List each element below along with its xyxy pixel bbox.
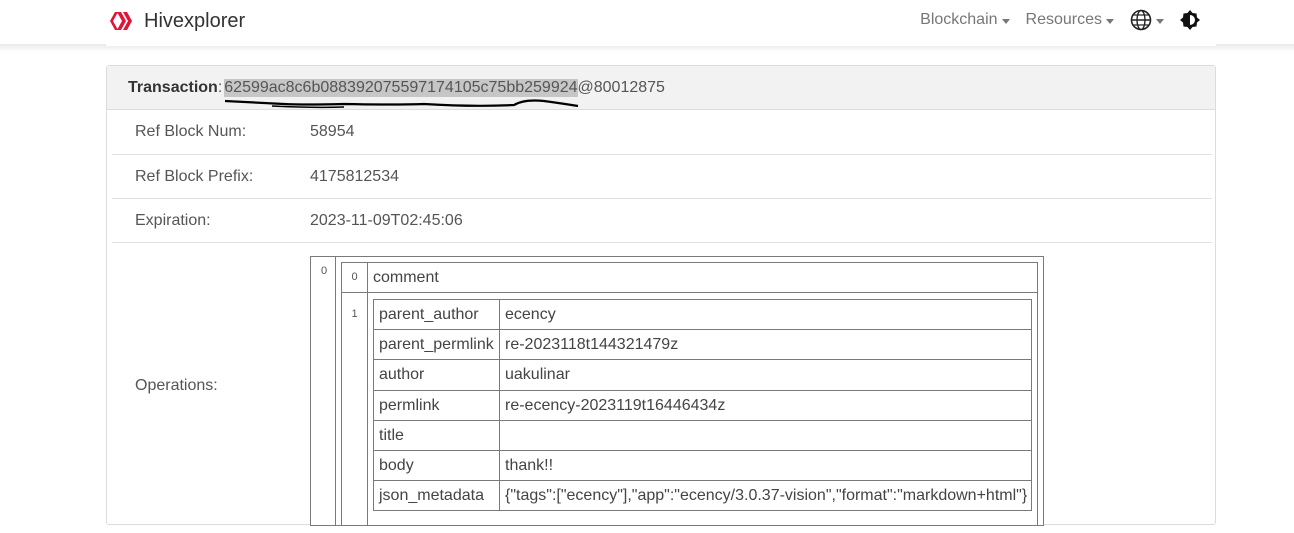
field-value: re-ecency-2023119t16446434z bbox=[505, 396, 726, 414]
nav-items: Blockchain Resources bbox=[904, 4, 1206, 36]
transaction-hash[interactable]: 62599ac8c6b088392075597174105c75bb259924 bbox=[224, 78, 579, 108]
nav-blockchain-dropdown[interactable]: Blockchain bbox=[920, 11, 1010, 29]
expiration-label: Expiration: bbox=[135, 211, 211, 229]
contrast-icon bbox=[1180, 10, 1200, 30]
hive-logo-icon bbox=[110, 12, 132, 30]
ref-block-num-label: Ref Block Num: bbox=[135, 123, 247, 140]
theme-toggle-button[interactable] bbox=[1174, 4, 1206, 36]
operations-label: Operations: bbox=[135, 377, 218, 394]
field-value: re-2023118t144321479z bbox=[505, 336, 679, 354]
inner-index-1: 1 bbox=[351, 308, 358, 320]
row-ref-block-prefix: Ref Block Prefix: 4175812534 bbox=[112, 155, 1212, 199]
row-ref-block-num: Ref Block Num: 58954 bbox=[112, 110, 1212, 155]
field-key: permlink bbox=[379, 396, 440, 414]
table-row: permlink re-ecency-2023119t16446434z bbox=[374, 390, 1031, 421]
operation-entry: 0 1 comment parent_author ecency parent_… bbox=[341, 262, 1038, 526]
field-key: title bbox=[379, 426, 404, 444]
table-row: body thank!! bbox=[374, 450, 1031, 482]
caret-down-icon bbox=[1156, 18, 1164, 24]
operation-type: comment bbox=[373, 269, 439, 286]
column-divider bbox=[499, 481, 500, 511]
field-key: json_metadata bbox=[379, 487, 484, 505]
expiration-value: 2023-11-09T02:45:06 bbox=[310, 211, 463, 229]
caret-down-icon bbox=[1106, 18, 1114, 24]
transaction-suffix: @80012875 bbox=[577, 78, 665, 96]
row-expiration: Expiration: 2023-11-09T02:45:06 bbox=[112, 199, 1212, 243]
column-divider bbox=[499, 300, 500, 330]
field-value: uakulinar bbox=[505, 366, 570, 384]
operation-type-row: comment bbox=[342, 263, 1037, 293]
column-divider bbox=[499, 420, 500, 450]
transaction-label: Transaction bbox=[128, 78, 218, 96]
ref-block-num-value: 58954 bbox=[310, 123, 355, 140]
language-dropdown[interactable] bbox=[1130, 9, 1164, 31]
brand-link[interactable]: Hivexplorer bbox=[110, 6, 245, 36]
field-value: ecency bbox=[505, 306, 556, 323]
brand-name: Hivexplorer bbox=[144, 9, 246, 32]
column-divider bbox=[499, 360, 500, 390]
outer-index-divider bbox=[335, 257, 336, 525]
field-key: body bbox=[379, 456, 414, 474]
ref-block-prefix-value: 4175812534 bbox=[310, 167, 399, 185]
inner-index-divider bbox=[367, 263, 368, 526]
column-divider bbox=[499, 450, 500, 481]
table-row: parent_author ecency bbox=[374, 300, 1031, 331]
globe-icon bbox=[1130, 9, 1152, 31]
table-row: title bbox=[374, 420, 1031, 451]
field-value: thank!! bbox=[505, 456, 554, 474]
field-value: {"tags":["ecency"],"app":"ecency/3.0.37-… bbox=[505, 487, 1028, 505]
nav-resources-dropdown[interactable]: Resources bbox=[1026, 11, 1114, 29]
table-row: author uakulinar bbox=[374, 360, 1031, 391]
nav-resources-label: Resources bbox=[1025, 11, 1102, 28]
field-key: parent_author bbox=[379, 306, 479, 323]
table-row: json_metadata {"tags":["ecency"],"app":"… bbox=[374, 481, 1031, 512]
operation-fields-table: parent_author ecency parent_permlink re-… bbox=[373, 299, 1032, 512]
transaction-hash-text: 62599ac8c6b088392075597174105c75bb259924 bbox=[224, 78, 578, 96]
field-key: parent_permlink bbox=[379, 336, 494, 354]
ref-block-prefix-label: Ref Block Prefix: bbox=[135, 167, 254, 185]
transaction-header: Transaction: 62599ac8c6b0883920755971741… bbox=[107, 66, 1215, 110]
outer-index: 0 bbox=[320, 265, 328, 277]
navbar: Hivexplorer Blockchain Resources bbox=[106, 0, 1216, 46]
field-key: author bbox=[379, 366, 425, 384]
transaction-card: Transaction: 62599ac8c6b0883920755971741… bbox=[106, 65, 1216, 526]
nav-blockchain-label: Blockchain bbox=[920, 11, 998, 28]
column-divider bbox=[499, 330, 500, 360]
transaction-colon: : bbox=[217, 78, 223, 96]
caret-down-icon bbox=[1001, 18, 1010, 24]
operations-table: 0 0 1 comment parent_author ecency paren… bbox=[310, 256, 1044, 526]
column-divider bbox=[499, 390, 500, 420]
table-row: parent_permlink re-2023118t144321479z bbox=[374, 330, 1031, 361]
